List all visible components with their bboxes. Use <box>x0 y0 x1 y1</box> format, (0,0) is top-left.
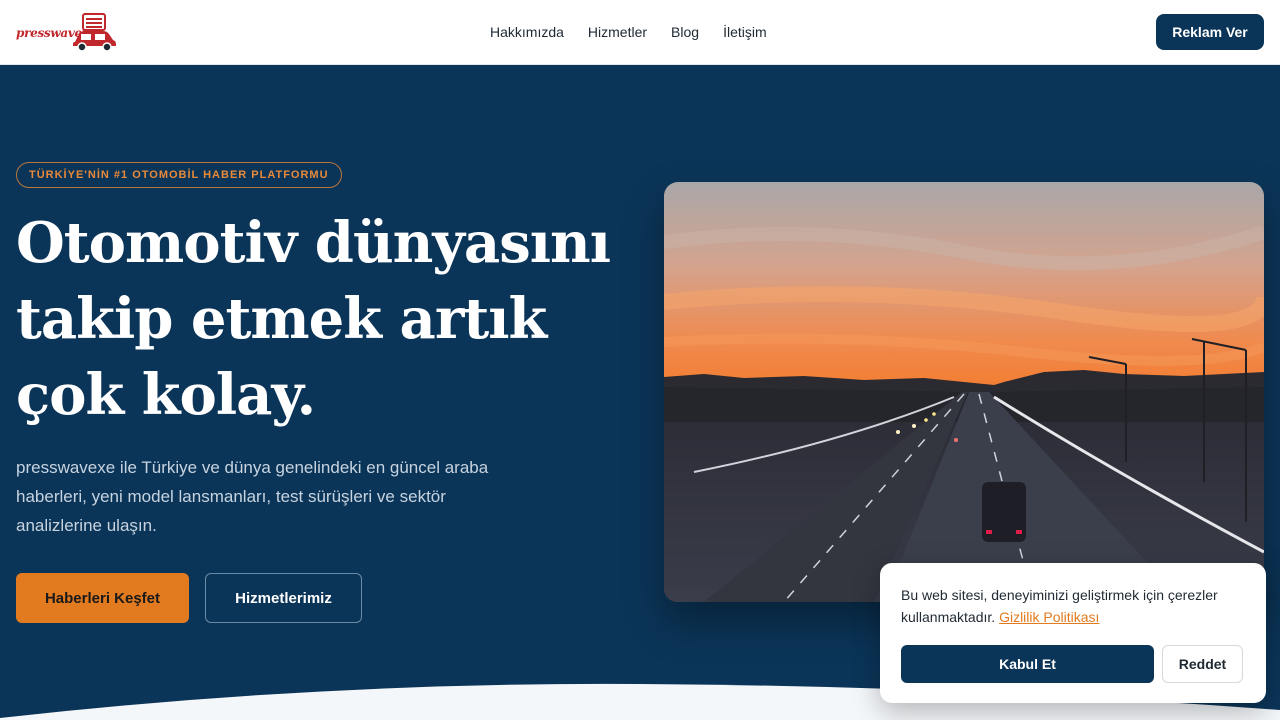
nav-services[interactable]: Hizmetler <box>588 24 647 40</box>
advertise-button[interactable]: Reklam Ver <box>1156 14 1264 50</box>
reject-cookies-button[interactable]: Reddet <box>1162 645 1243 683</box>
headline-line-1: Otomotiv dünyasını <box>16 210 611 276</box>
cookie-consent-banner: Bu web sitesi, deneyiminizi geliştirmek … <box>880 563 1266 703</box>
hero-headline: Otomotiv dünyasını takip etmek artık çok… <box>16 205 616 433</box>
privacy-policy-link[interactable]: Gizlilik Politikası <box>999 609 1099 625</box>
cookie-message: Bu web sitesi, deneyiminizi geliştirmek … <box>901 584 1251 628</box>
explore-news-button[interactable]: Haberleri Keşfet <box>16 573 189 623</box>
nav-blog[interactable]: Blog <box>671 24 699 40</box>
site-logo[interactable]: presswavexe <box>16 12 116 52</box>
car-newspaper-icon <box>73 13 116 52</box>
nav-about[interactable]: Hakkımızda <box>490 24 564 40</box>
hero-subtext: presswavexe ile Türkiye ve dünya genelin… <box>16 458 489 535</box>
headline-line-2: takip etmek artık <box>16 286 547 352</box>
highway-sunset-illustration <box>664 182 1264 602</box>
our-services-button[interactable]: Hizmetlerimiz <box>205 573 362 623</box>
nav-contact[interactable]: İletişim <box>723 24 767 40</box>
headline-line-3: çok kolay. <box>16 362 316 428</box>
main-nav: Hakkımızda Hizmetler Blog İletişim <box>490 0 767 64</box>
hero-badge: TÜRKİYE'NİN #1 OTOMOBİL HABER PLATFORMU <box>16 162 342 188</box>
accept-cookies-button[interactable]: Kabul Et <box>901 645 1154 683</box>
hero-image-highway-sunset <box>664 182 1264 602</box>
site-header: presswavexe Hakkımızda Hizmetler Blog İl… <box>0 0 1280 65</box>
